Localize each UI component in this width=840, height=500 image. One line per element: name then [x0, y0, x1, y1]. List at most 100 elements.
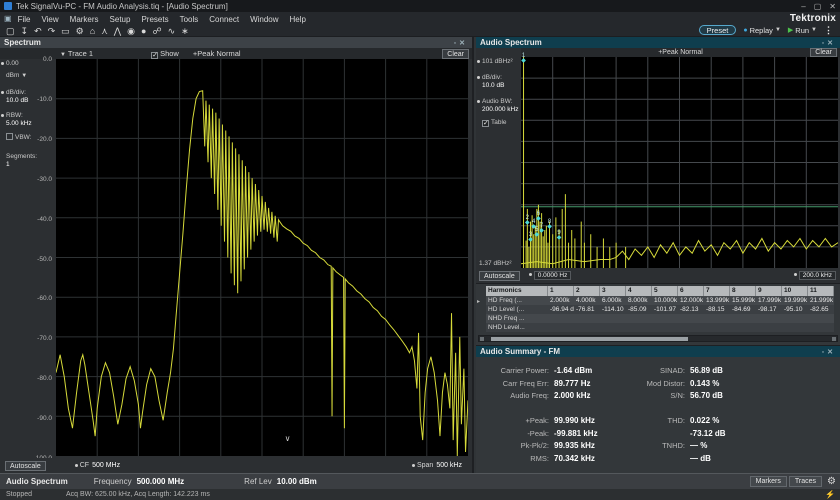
harmonics-header-cell[interactable]: Harmonics [486, 286, 548, 296]
summary-label: SINAD: [632, 366, 690, 379]
summary-label: Mod Distor: [632, 379, 690, 392]
sine-icon[interactable]: ∿ [168, 26, 176, 36]
summary-label: -Peak: [482, 429, 554, 442]
table-cell: 17.999k [756, 296, 782, 305]
open-file-icon[interactable]: ▢ [6, 26, 15, 36]
table-row[interactable]: NHD Freq ... [486, 314, 838, 323]
traces-button[interactable]: Traces [789, 476, 822, 487]
marker-position-icon[interactable]: ∨ [285, 434, 291, 443]
horizontal-scrollbar[interactable] [478, 335, 838, 342]
markers-button[interactable]: Markers [750, 476, 787, 487]
table-row[interactable]: NHD Level... [486, 323, 838, 332]
autoscale-button[interactable]: Autoscale [5, 461, 46, 471]
audio-autoscale-button[interactable]: Autoscale [479, 271, 520, 281]
record-icon[interactable]: ● [141, 26, 146, 36]
maximize-button[interactable]: ▢ [814, 2, 822, 11]
harmonics-header-cell[interactable]: 7 [704, 286, 730, 296]
gear-icon[interactable]: ⚙ [827, 476, 836, 487]
audio-clear-button[interactable]: Clear [810, 48, 837, 57]
preset-button[interactable]: Preset [699, 25, 737, 35]
stop-frequency-field[interactable]: 200.0 kHz [793, 271, 836, 280]
settings-gear-icon[interactable]: ⚙ [76, 26, 84, 36]
harmonics-header-cell[interactable]: 4 [626, 286, 652, 296]
toolbar: ▢ ↧ ↶ ↷ ▭ ⚙ ⌂ ⋏ ⋀ ◉ ● ☍ ∿ ∗ Preset ● Replay ▼ ▶ Run ▼… [0, 24, 840, 37]
audio-bw-control[interactable]: Audio BW:200.000 kHz [476, 97, 521, 114]
table-row[interactable]: HD Freq (...2.000k4.000k6.000k8.000k10.0… [486, 296, 838, 305]
audio-spectrum-header[interactable]: Audio Spectrum ▫✕ [476, 37, 840, 48]
acquisition-info: Acq BW: 625.00 kHz, Acq Length: 142.223 … [66, 491, 210, 498]
row-expand-icon[interactable]: ▸ [477, 298, 480, 305]
autoset-icon[interactable]: ∗ [181, 26, 189, 36]
table-cell: -82.13 [678, 305, 704, 314]
display-icon[interactable]: ▭ [61, 26, 70, 36]
scroll-left-icon[interactable] [480, 337, 484, 341]
span-control[interactable]: Span500 kHz [411, 462, 462, 469]
y-tick-label: -70.0 [37, 335, 52, 342]
markers-icon[interactable]: ⋀ [114, 26, 121, 36]
table-row[interactable]: HD Level (...-96.94 dB...-76.81-114.10-8… [486, 305, 838, 314]
menu-connect[interactable]: Connect [209, 15, 239, 24]
menu-window[interactable]: Window [250, 15, 278, 24]
replay-control[interactable]: ● Replay ▼ [743, 26, 781, 35]
table-cell: 8.000k [626, 296, 652, 305]
close-button[interactable]: ✕ [829, 2, 836, 11]
status-bar: Audio Spectrum Frequency 500.000 MHz Ref… [0, 473, 840, 489]
audio-spectrum-plot[interactable]: 1◆2◆3◆4◆5◆6◆7◆8◆9◆ [521, 57, 838, 268]
table-checkbox[interactable]: ✓Table [476, 118, 521, 127]
disconnected-icon[interactable]: ⚡ [825, 490, 835, 499]
acquire-icon[interactable]: ☍ [152, 26, 161, 36]
ref-level-value[interactable]: 10.00 dBm [277, 477, 317, 486]
harmonics-header-cell[interactable]: 2 [574, 286, 600, 296]
spectrum-bottom-bar: Autoscale CF500 MHz Span500 kHz [0, 458, 472, 473]
frequency-value[interactable]: 500.000 MHz [137, 477, 185, 486]
panel-close-icon[interactable]: ✕ [827, 349, 836, 356]
panel-close-icon[interactable]: ✕ [827, 40, 836, 47]
clear-button[interactable]: Clear [442, 49, 469, 59]
center-frequency-control[interactable]: CF500 MHz [74, 462, 120, 469]
scroll-right-icon[interactable] [832, 337, 836, 341]
run-control[interactable]: ▶ Run ▼ [788, 26, 817, 35]
trigger-icon[interactable]: ⌂ [90, 26, 95, 36]
table-cell [600, 314, 626, 323]
harmonics-header-cell[interactable]: 3 [600, 286, 626, 296]
table-cell [782, 314, 808, 323]
row-label: HD Level (... [486, 305, 548, 314]
undo-icon[interactable]: ↶ [34, 26, 42, 36]
menu-help[interactable]: Help [290, 15, 306, 24]
table-cell: 12.000k [678, 296, 704, 305]
table-cell [548, 323, 574, 332]
spectrum-panel-header[interactable]: Spectrum ▫✕ [0, 37, 472, 48]
minimize-button[interactable]: – [801, 2, 805, 11]
scrollbar-thumb[interactable] [491, 337, 688, 341]
harmonics-header-cell[interactable]: 6 [678, 286, 704, 296]
harmonics-header-cell[interactable]: 9 [756, 286, 782, 296]
table-cell: -96.94 dB... [548, 305, 574, 314]
start-frequency-field[interactable]: 0.0000 Hz [528, 271, 572, 280]
save-icon[interactable]: ↧ [21, 26, 29, 36]
table-cell: 10.000k [652, 296, 678, 305]
harmonics-header-cell[interactable]: 8 [730, 286, 756, 296]
harmonics-header-cell[interactable]: 5 [652, 286, 678, 296]
show-checkbox[interactable]: ✓Show [151, 49, 179, 59]
analysis-icon[interactable]: ◉ [127, 26, 135, 36]
panel-close-icon[interactable]: ✕ [459, 40, 468, 47]
y-tick-label: -90.0 [37, 415, 52, 422]
audio-summary-header[interactable]: Audio Summary - FM ▫✕ [476, 346, 840, 357]
trace-selector[interactable]: ▼ Trace 1 [60, 49, 93, 58]
redo-icon[interactable]: ↷ [48, 26, 56, 36]
audio-bottom-bar: Autoscale 0.0000 Hz 200.0 kHz [476, 268, 840, 283]
harmonics-table[interactable]: Harmonics1234567891011HD Freq (...2.000k… [486, 286, 838, 332]
audio-db-div-control[interactable]: dB/div:10.0 dB [476, 73, 521, 90]
run-icon: ▶ [788, 26, 793, 34]
row-label: NHD Level... [486, 323, 548, 332]
summary-value: -1.64 dBm [554, 366, 632, 379]
peak-marker-icon[interactable]: ⋏ [101, 26, 108, 36]
spectrum-plot[interactable]: ∨ [56, 59, 468, 456]
summary-label [632, 454, 690, 467]
summary-label: RMS: [482, 454, 554, 467]
more-menu-icon[interactable]: ⋮ [824, 25, 833, 36]
harmonics-header-cell[interactable]: 1 [548, 286, 574, 296]
audio-top-level-control[interactable]: 101 dBHz² [476, 57, 521, 66]
harmonics-header-cell[interactable]: 10 [782, 286, 808, 296]
harmonics-header-cell[interactable]: 11 [808, 286, 834, 296]
